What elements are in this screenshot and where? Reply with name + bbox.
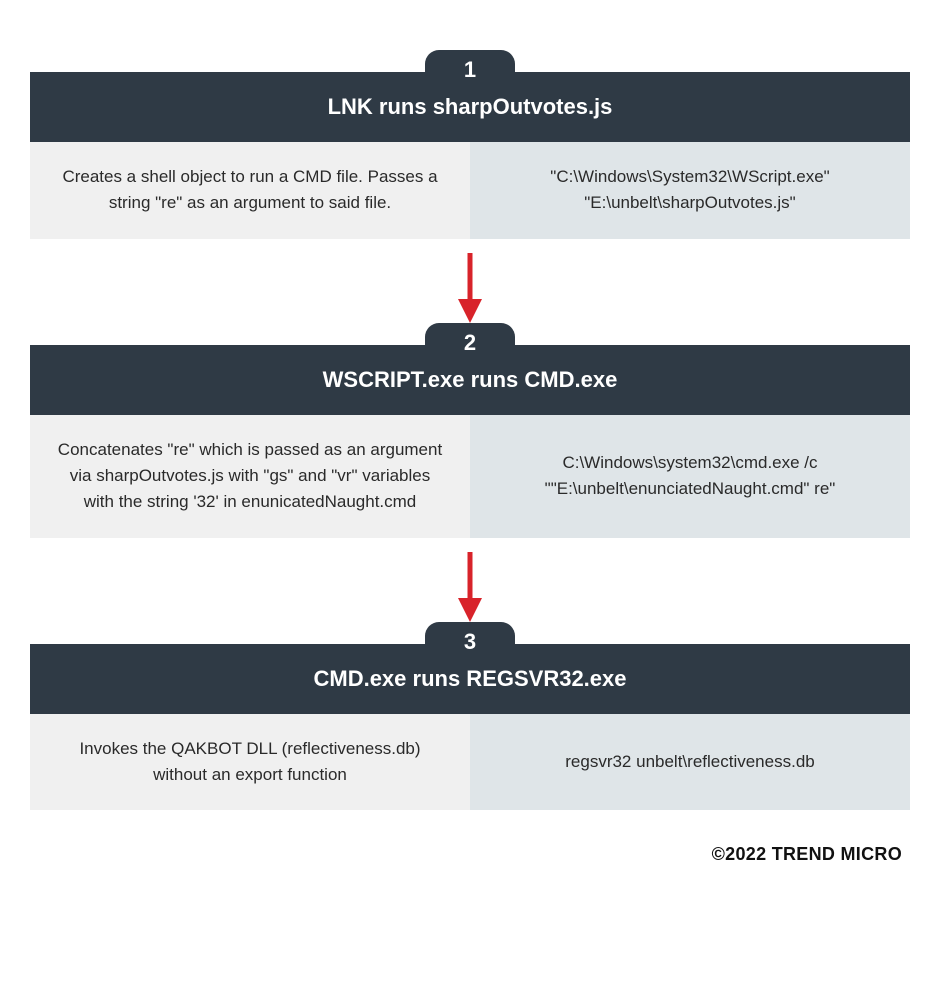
- arrow-down-icon: [456, 253, 484, 323]
- step-3-body: Invokes the QAKBOT DLL (reflectiveness.d…: [30, 714, 910, 811]
- step-3-description: Invokes the QAKBOT DLL (reflectiveness.d…: [30, 714, 470, 811]
- step-2-body: Concatenates "re" which is passed as an …: [30, 415, 910, 538]
- step-1-command: "C:\Windows\System32\WScript.exe" "E:\un…: [470, 142, 910, 239]
- step-3: 3 CMD.exe runs REGSVR32.exe Invokes the …: [30, 644, 910, 811]
- step-2-command: C:\Windows\system32\cmd.exe /c ""E:\unbe…: [470, 415, 910, 538]
- step-2-description: Concatenates "re" which is passed as an …: [30, 415, 470, 538]
- step-number-badge: 1: [425, 50, 515, 90]
- step-1-body: Creates a shell object to run a CMD file…: [30, 142, 910, 239]
- step-3-command: regsvr32 unbelt\reflectiveness.db: [470, 714, 910, 811]
- copyright-footer: ©2022 TREND MICRO: [30, 844, 910, 865]
- step-1-description: Creates a shell object to run a CMD file…: [30, 142, 470, 239]
- step-1: 1 LNK runs sharpOutvotes.js Creates a sh…: [30, 72, 910, 239]
- step-number-badge: 3: [425, 622, 515, 662]
- step-2: 2 WSCRIPT.exe runs CMD.exe Concatenates …: [30, 345, 910, 538]
- arrow-down-icon: [456, 552, 484, 622]
- step-number-badge: 2: [425, 323, 515, 363]
